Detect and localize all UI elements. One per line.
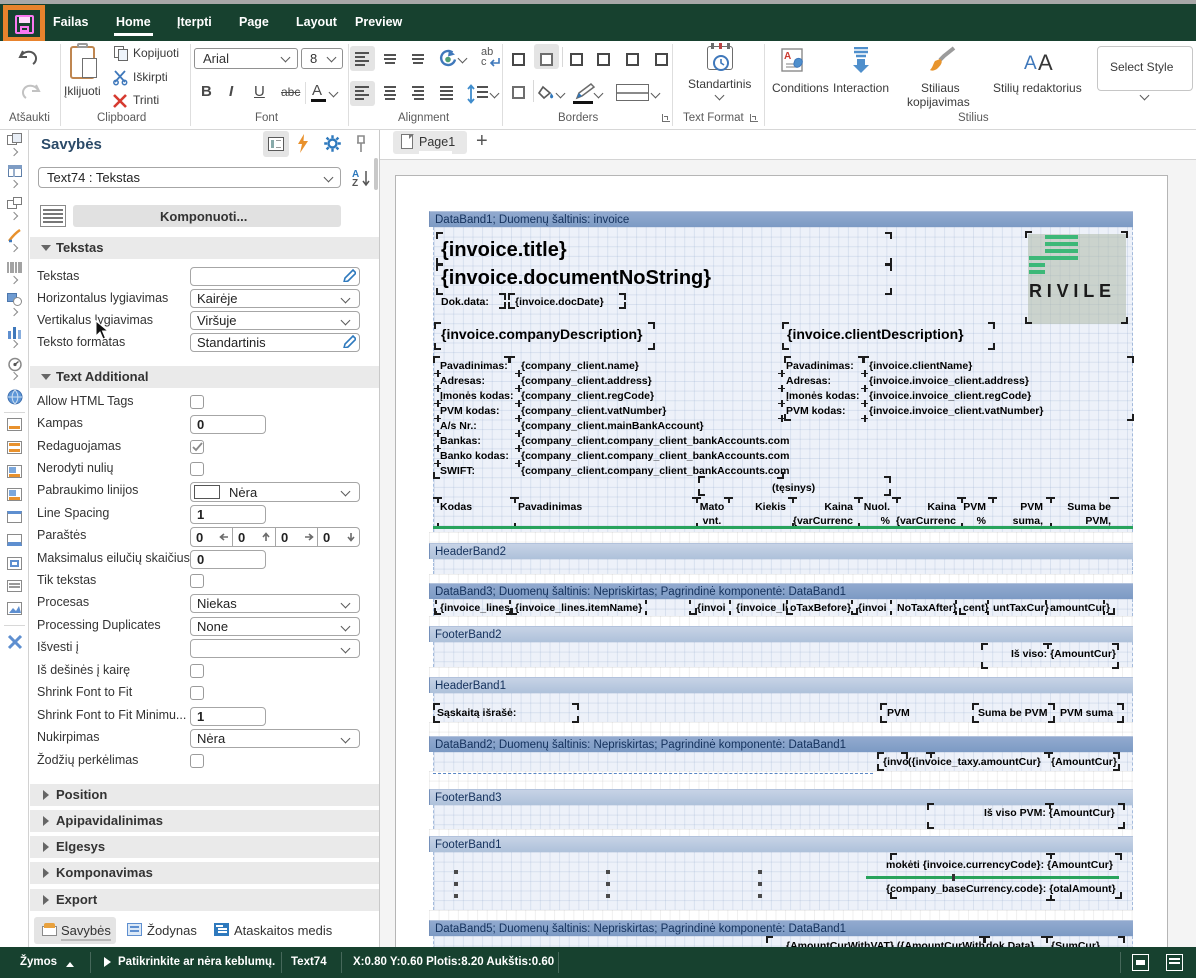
svg-text:A: A bbox=[784, 51, 791, 62]
